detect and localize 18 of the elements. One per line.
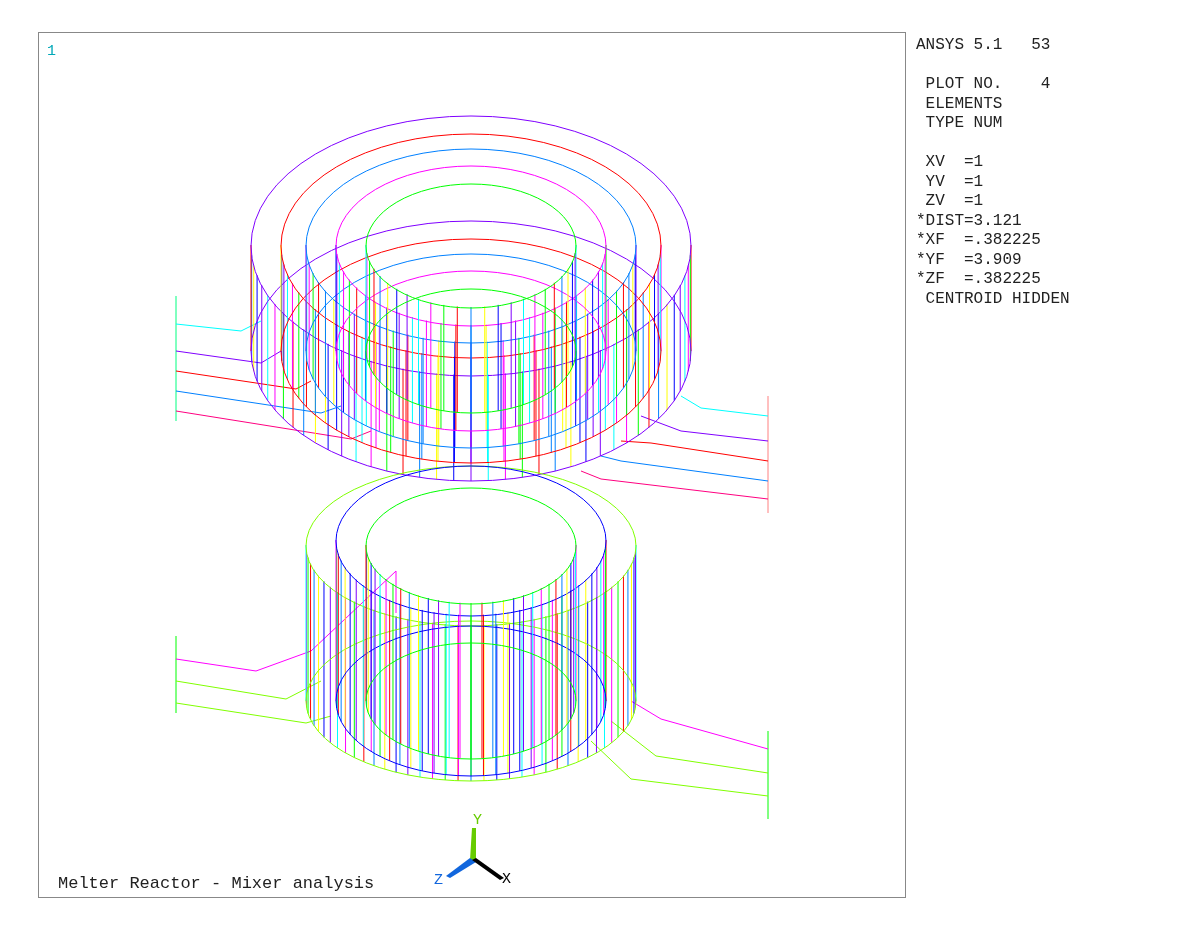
plot-setting: *DIST=3.121 [916, 211, 1023, 231]
axis-triad-icon [446, 828, 504, 880]
x-axis-label: X [502, 871, 511, 888]
plot-setting: ZV =1 [924, 192, 985, 212]
plot-setting: ELEMENTS [924, 94, 1004, 114]
plot-setting: *XF =.382225 [916, 231, 1042, 251]
plot-setting: YV =1 [924, 172, 985, 192]
plot-setting: *ZF =.382225 [916, 270, 1042, 290]
plot-setting: *YF =3.909 [916, 250, 1023, 270]
plot-setting: TYPE NUM [924, 114, 1004, 134]
window-number: 1 [47, 43, 56, 60]
plot-setting: CENTROID HIDDEN [924, 289, 1070, 309]
plot-setting: XV =1 [924, 153, 985, 173]
plot-setting: PLOT NO. 4 [924, 75, 1052, 95]
z-axis-label: Z [434, 872, 443, 889]
version-label: ANSYS 5.1 53 [916, 36, 1052, 56]
y-axis-label: Y [473, 812, 482, 829]
plot-title: Melter Reactor - Mixer analysis [58, 874, 375, 893]
